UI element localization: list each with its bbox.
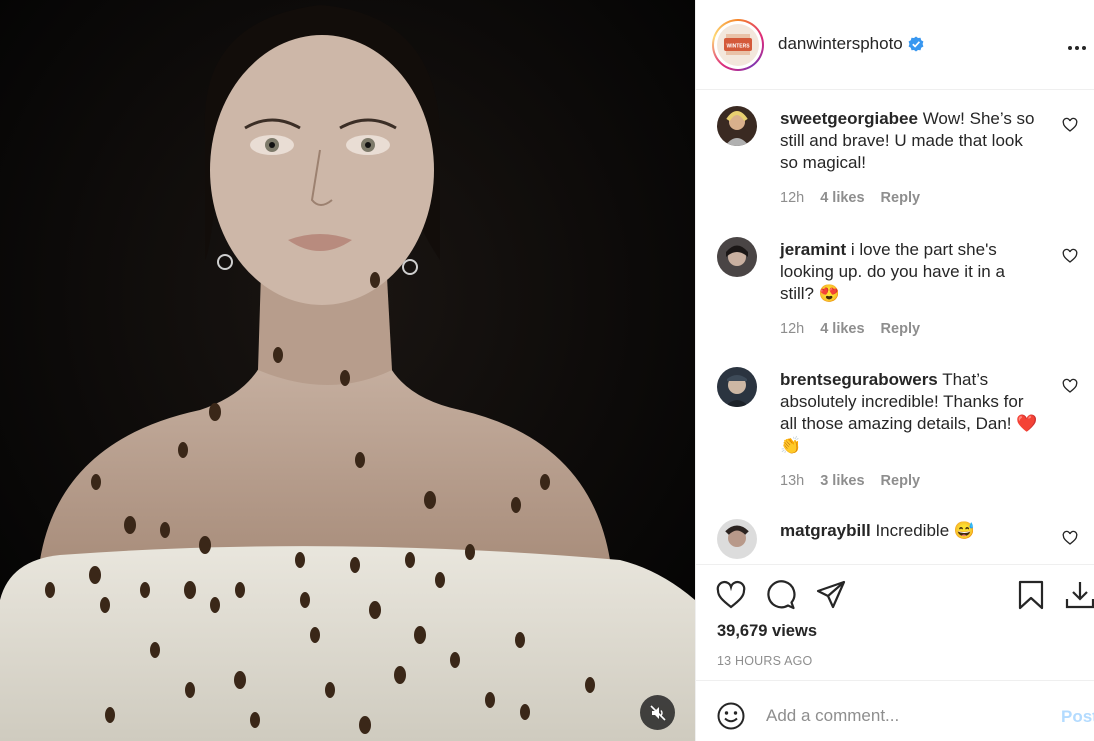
post-comment-button[interactable]: Post xyxy=(1061,707,1094,727)
commenter-avatar[interactable] xyxy=(717,237,757,277)
author-username[interactable]: danwintersphoto xyxy=(778,34,924,54)
heart-icon[interactable] xyxy=(1062,248,1078,264)
post-actions-bar: 39,679 views 13 HOURS AGO xyxy=(696,564,1094,679)
comment-likes[interactable]: 4 likes xyxy=(820,190,864,206)
author-username-text[interactable]: danwintersphoto xyxy=(778,34,903,54)
comment-likes[interactable]: 4 likes xyxy=(820,321,864,337)
comment-text: Incredible 😅 xyxy=(875,521,976,540)
post-photo xyxy=(0,0,695,741)
comment-username[interactable]: jeramint xyxy=(780,240,846,259)
heart-icon[interactable] xyxy=(1062,378,1078,394)
mute-toggle-button[interactable] xyxy=(640,695,675,730)
more-options-button[interactable] xyxy=(1067,34,1087,57)
comment-username[interactable]: sweetgeorgiabee xyxy=(780,109,918,128)
heart-icon[interactable] xyxy=(1062,117,1078,133)
reply-button[interactable]: Reply xyxy=(881,473,921,489)
view-count[interactable]: 39,679 views xyxy=(717,622,817,641)
emoji-face-icon[interactable] xyxy=(716,701,746,731)
comment-input[interactable] xyxy=(766,699,1046,733)
comment-time[interactable]: 13h xyxy=(780,473,804,489)
paper-plane-icon[interactable] xyxy=(815,579,847,611)
author-avatar[interactable]: WINTERS xyxy=(712,19,764,71)
post-side-panel: WINTERS danwintersphoto sweetgeorgiabee … xyxy=(695,0,1094,741)
svg-text:WINTERS: WINTERS xyxy=(726,44,750,50)
reply-button[interactable]: Reply xyxy=(881,321,921,337)
add-comment-bar: Post xyxy=(696,680,1094,741)
heart-icon[interactable] xyxy=(715,579,747,611)
post-media[interactable] xyxy=(0,0,695,741)
commenter-avatar[interactable] xyxy=(717,367,757,407)
comment-time[interactable]: 12h xyxy=(780,321,804,337)
post-header: WINTERS danwintersphoto xyxy=(696,0,1094,90)
more-options-icon xyxy=(1068,46,1086,50)
comment-username[interactable]: matgraybill xyxy=(780,521,871,540)
comment-likes[interactable]: 3 likes xyxy=(820,473,864,489)
comments-list[interactable]: sweetgeorgiabee Wow! She’s so still and … xyxy=(696,91,1094,564)
comment-bubble-icon[interactable] xyxy=(765,579,797,611)
speaker-muted-icon xyxy=(649,704,666,721)
download-icon[interactable] xyxy=(1064,579,1094,611)
bookmark-icon[interactable] xyxy=(1015,579,1047,611)
reply-button[interactable]: Reply xyxy=(881,190,921,206)
verified-badge-icon xyxy=(908,36,924,52)
commenter-avatar[interactable] xyxy=(717,106,757,146)
heart-icon[interactable] xyxy=(1062,530,1078,546)
commenter-avatar[interactable] xyxy=(717,519,757,559)
comment-time[interactable]: 12h xyxy=(780,190,804,206)
comment-username[interactable]: brentsegurabowers xyxy=(780,370,938,389)
post-timestamp[interactable]: 13 HOURS AGO xyxy=(717,654,813,668)
winters-logo-icon: WINTERS xyxy=(724,34,752,55)
